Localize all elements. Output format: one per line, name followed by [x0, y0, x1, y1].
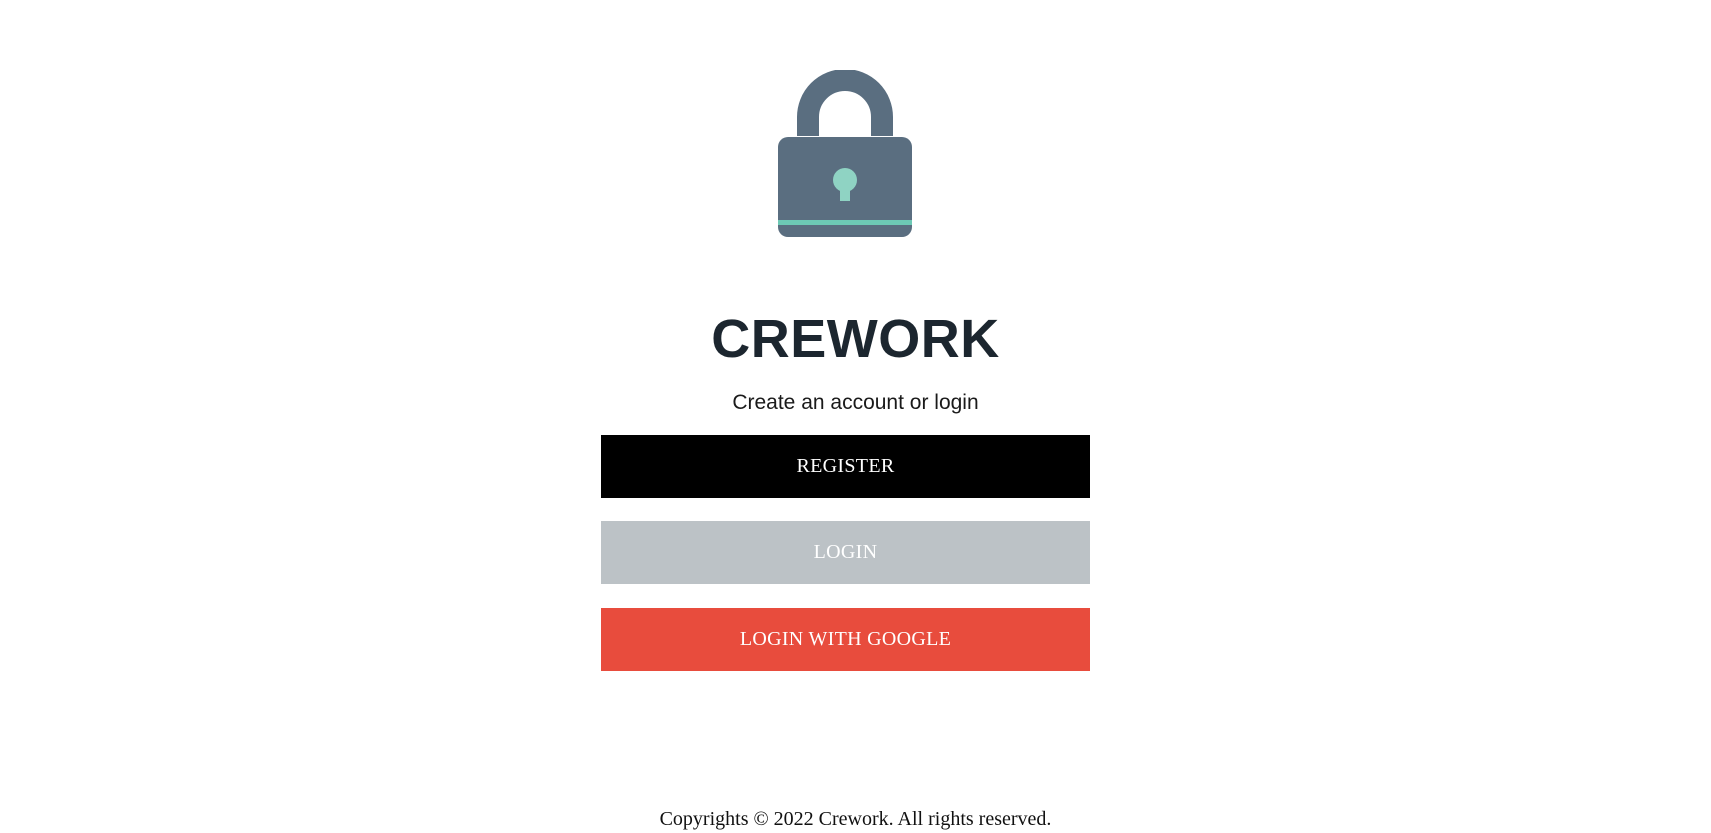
padlock-icon	[777, 70, 913, 240]
copyright-footer: Copyrights © 2022 Crework. All rights re…	[659, 808, 1052, 830]
page-subtitle: Create an account or login	[732, 391, 979, 414]
login-button[interactable]: LOGIN	[601, 521, 1090, 584]
register-button[interactable]: REGISTER	[601, 435, 1090, 498]
app-title: CREWORK	[711, 309, 1000, 369]
login-with-google-button[interactable]: LOGIN WITH GOOGLE	[601, 608, 1090, 671]
login-page: CREWORK Create an account or login REGIS…	[0, 0, 1711, 833]
